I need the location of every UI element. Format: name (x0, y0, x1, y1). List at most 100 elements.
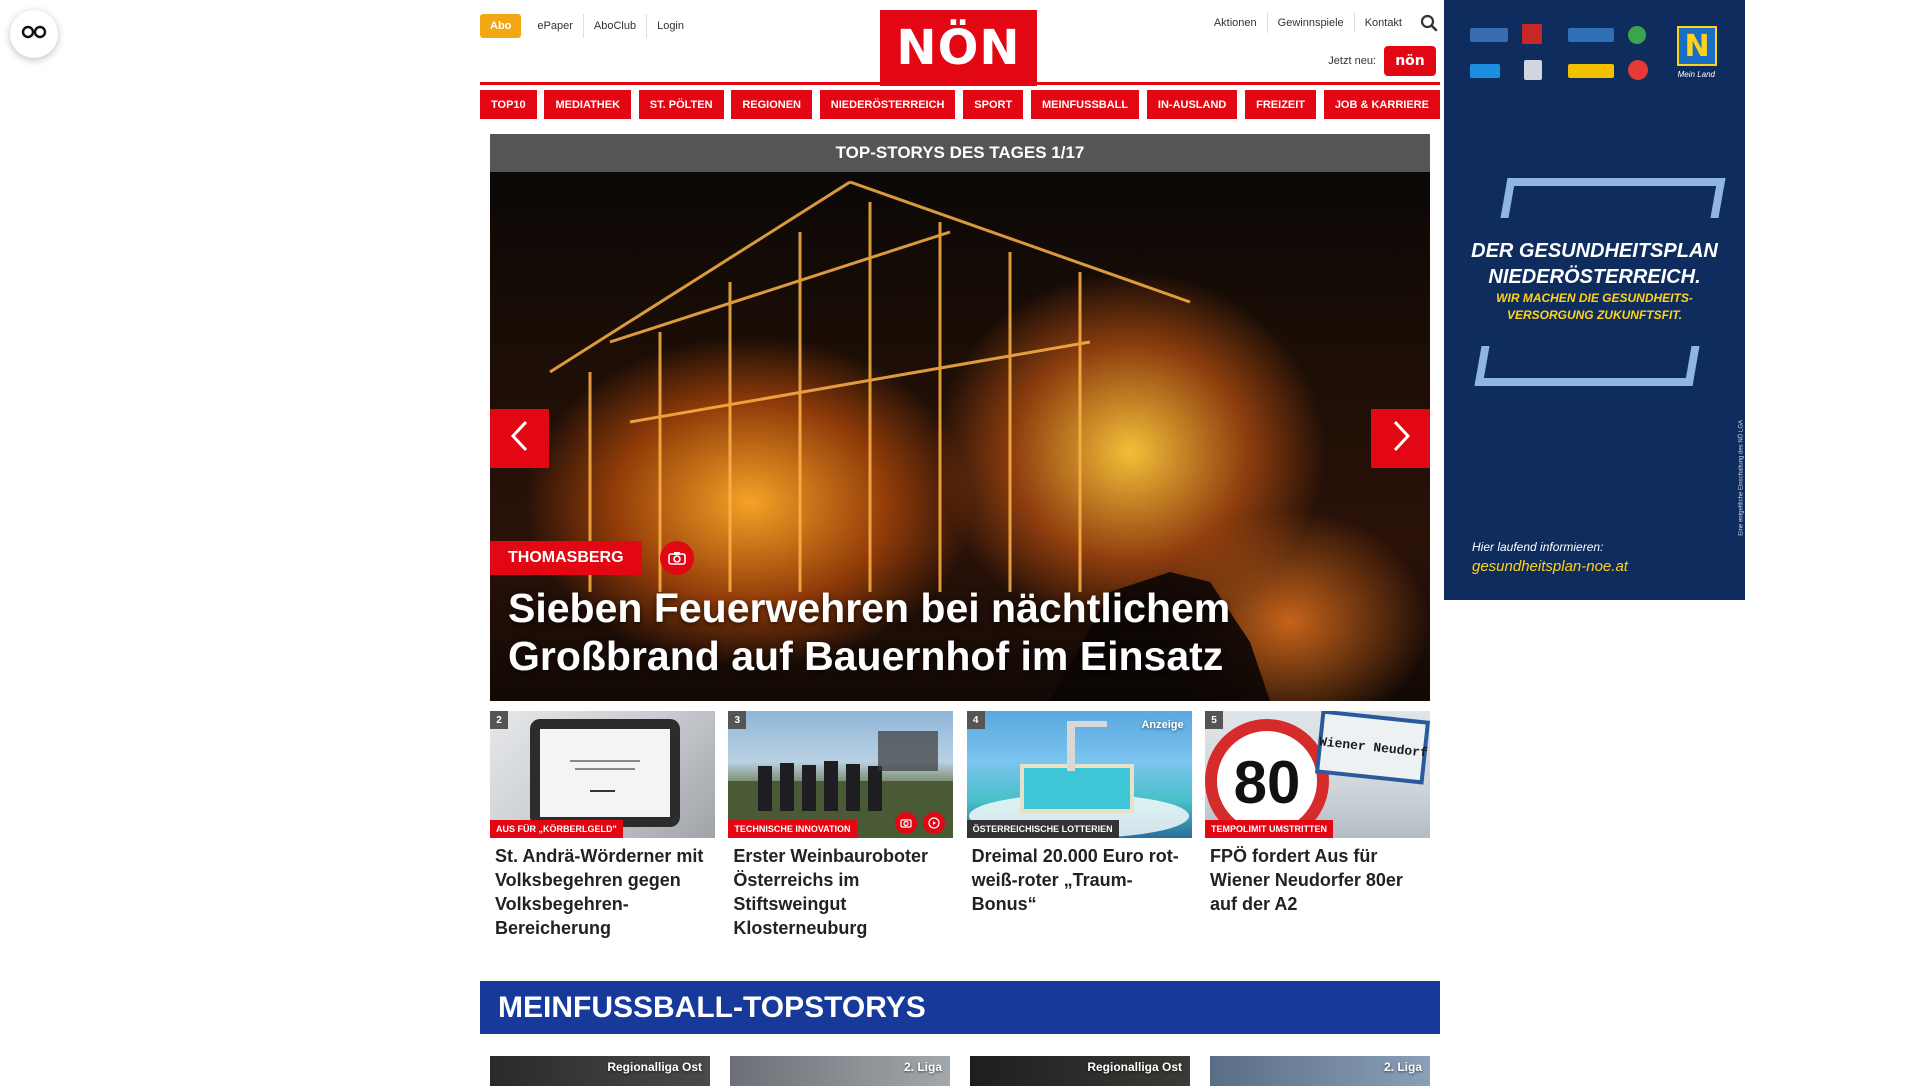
story-card-image[interactable]: 80 Wiener Neudorf 5 TEMPOLIMIT UMSTRITTEN (1204, 711, 1430, 838)
story-card-image[interactable]: 2 AUS FÜR „KÖRBERLGELD" (490, 711, 715, 838)
league-label: Regionalliga Ost (1087, 1060, 1182, 1074)
meinfussball-section-title[interactable]: MEINFUSSBALL-TOPSTORYS (480, 981, 1440, 1034)
slider-prev-button[interactable] (490, 409, 549, 468)
story-card[interactable]: 2 AUS FÜR „KÖRBERLGELD" St. Andrä-Wörder… (490, 711, 715, 940)
ad-subline: WIR MACHEN DIE GESUNDHEITS- VERSORGUNG Z… (1444, 290, 1745, 324)
partner-logo (1628, 26, 1646, 44)
meinfussball-card[interactable]: Regionalliga Ost (490, 1056, 710, 1086)
league-label: 2. Liga (1383, 1060, 1422, 1074)
story-tag: ÖSTERREICHISCHE LOTTERIEN (966, 820, 1119, 838)
login-link[interactable]: Login (646, 14, 694, 38)
ad-banner-gesundheitsplan[interactable]: N Mein Land DER GESUNDHEITSPLAN NIEDERÖS… (1444, 0, 1745, 600)
camera-icon (659, 541, 694, 575)
chevron-right-icon (1389, 419, 1413, 458)
ad-disclaimer: Eine entgeltliche Einschaltung des NÖ LG… (1739, 420, 1745, 536)
aboclub-link[interactable]: AboClub (582, 14, 646, 38)
media-icons (889, 812, 946, 834)
nav-st-poelten[interactable]: ST. PÖLTEN (638, 90, 724, 119)
top-right-links: Aktionen Gewinnspiele Kontakt (1204, 12, 1440, 34)
nav-meinfussball[interactable]: MEINFUSSBALL (1030, 90, 1140, 119)
top-left-links: Abo ePaper AboClub Login (480, 14, 694, 38)
logo-text: NÖN (896, 20, 1021, 76)
nav-regionen[interactable]: REGIONEN (731, 90, 813, 119)
ad-subline-1: WIR MACHEN DIE GESUNDHEITS- (1496, 291, 1693, 305)
gewinnspiele-link[interactable]: Gewinnspiele (1266, 13, 1354, 33)
slider-next-button[interactable] (1371, 409, 1430, 468)
noe-logo: N (1677, 26, 1717, 66)
nav-job-karriere[interactable]: JOB & KARRIERE (1323, 90, 1440, 119)
aktionen-link[interactable]: Aktionen (1204, 13, 1267, 33)
ad-bracket-decoration (1500, 178, 1726, 218)
story-tag: TEMPOLIMIT UMSTRITTEN (1204, 820, 1333, 838)
speed-sign-illustration: 80Wiener Neudorf (1205, 711, 1430, 838)
meinfussball-card[interactable]: Regionalliga Ost (970, 1056, 1190, 1086)
ad-headline-line1: DER GESUNDHEITSPLAN (1471, 240, 1718, 262)
story-card-image[interactable]: 3 TECHNISCHE INNOVATION (728, 711, 954, 838)
nav-mediathek[interactable]: MEDIATHEK (544, 90, 632, 119)
epaper-link[interactable]: ePaper (527, 14, 582, 38)
ad-info-text: Hier laufend informieren: (1472, 540, 1604, 554)
mein-land-label: Mein Land (1677, 70, 1715, 79)
header-divider (480, 82, 1440, 85)
hero-headline[interactable]: Sieben Feuerwehren bei nächtlichem Großb… (508, 584, 1408, 680)
site-header: Abo ePaper AboClub Login NÖN Aktionen Ge… (480, 0, 1440, 86)
top-stories-slider: TOP-STORYS DES TAGES 1/17 THOMASBERG Sie… (490, 134, 1430, 701)
story-card-image[interactable]: 4 Anzeige ÖSTERREICHISCHE LOTTERIEN (966, 711, 1192, 838)
meinfussball-card[interactable]: 2. Liga (730, 1056, 950, 1086)
story-tag: AUS FÜR „KÖRBERLGELD" (490, 820, 623, 838)
partner-logo (1524, 60, 1542, 80)
ad-url-link[interactable]: gesundheitsplan-noe.at (1472, 558, 1628, 575)
nav-top10[interactable]: TOP10 (480, 90, 537, 119)
nav-in-ausland[interactable]: IN-AUSLAND (1146, 90, 1238, 119)
ad-label: Anzeige (1141, 719, 1184, 731)
hero-tag-row: THOMASBERG (490, 541, 694, 575)
story-number: 2 (490, 711, 508, 729)
story-cards: 2 AUS FÜR „KÖRBERLGELD" St. Andrä-Wörder… (490, 711, 1430, 940)
hero-image[interactable]: THOMASBERG Sieben Feuerwehren bei nächtl… (490, 172, 1430, 701)
main-nav: TOP10 MEDIATHEK ST. PÖLTEN REGIONEN NIED… (480, 90, 1440, 120)
story-card[interactable]: 80 Wiener Neudorf 5 TEMPOLIMIT UMSTRITTEN… (1204, 711, 1430, 940)
tablet-illustration (530, 719, 680, 827)
notruf-logo (1568, 64, 1614, 78)
abo-button[interactable]: Abo (480, 14, 522, 38)
red-cross-logo (1522, 24, 1542, 44)
non-app-logo: nön (1384, 46, 1436, 76)
nav-freizeit[interactable]: FREIZEIT (1245, 90, 1317, 119)
story-number: 4 (966, 711, 985, 729)
league-label: Regionalliga Ost (607, 1060, 702, 1074)
play-icon (923, 812, 946, 834)
slider-title: TOP-STORYS DES TAGES 1/17 (490, 134, 1430, 172)
svg-text:80: 80 (1234, 749, 1301, 816)
ad-headline-line2: NIEDERÖSTERREICH. (1488, 266, 1701, 288)
partner-logo (1628, 60, 1648, 80)
story-number: 3 (728, 711, 747, 729)
hero-category-tag[interactable]: THOMASBERG (490, 541, 642, 575)
story-headline[interactable]: FPÖ fordert Aus für Wiener Neudorfer 80e… (1205, 838, 1430, 916)
story-tag: TECHNISCHE INNOVATION (728, 820, 857, 838)
jetzt-neu[interactable]: Jetzt neu: nön (1328, 46, 1436, 76)
site-logo[interactable]: NÖN (880, 10, 1037, 86)
meinfussball-cards: Regionalliga Ost 2. Liga Regionalliga Os… (490, 1056, 1430, 1086)
kontakt-link[interactable]: Kontakt (1353, 13, 1412, 33)
glasses-icon (21, 25, 47, 44)
accessibility-button[interactable] (10, 10, 58, 58)
story-headline[interactable]: Erster Weinbauroboter Österreichs im Sti… (728, 838, 953, 940)
story-headline[interactable]: Dreimal 20.000 Euro rot-weiß-roter „Trau… (967, 838, 1192, 916)
story-headline[interactable]: St. Andrä-Wörderner mit Volksbegehren ge… (490, 838, 715, 940)
camera-icon (895, 812, 918, 834)
meinfussball-card[interactable]: 2. Liga (1210, 1056, 1430, 1086)
ad-subline-2: VERSORGUNG ZUKUNFTSFIT. (1506, 308, 1683, 322)
story-card[interactable]: 4 Anzeige ÖSTERREICHISCHE LOTTERIEN Drei… (966, 711, 1192, 940)
chevron-left-icon (508, 419, 532, 458)
partner-logo (1470, 28, 1508, 42)
ad-headline: DER GESUNDHEITSPLAN NIEDERÖSTERREICH. (1444, 238, 1745, 290)
story-number: 5 (1204, 711, 1223, 729)
search-icon[interactable] (1418, 12, 1440, 34)
nav-niederoesterreich[interactable]: NIEDERÖSTERREICH (819, 90, 956, 119)
nav-sport[interactable]: SPORT (963, 90, 1024, 119)
jetzt-neu-label: Jetzt neu: (1328, 55, 1376, 67)
partner-logo (1568, 28, 1614, 42)
partner-logo (1470, 64, 1500, 78)
league-label: 2. Liga (903, 1060, 942, 1074)
story-card[interactable]: 3 TECHNISCHE INNOVATION Erster Weinbauro… (728, 711, 954, 940)
